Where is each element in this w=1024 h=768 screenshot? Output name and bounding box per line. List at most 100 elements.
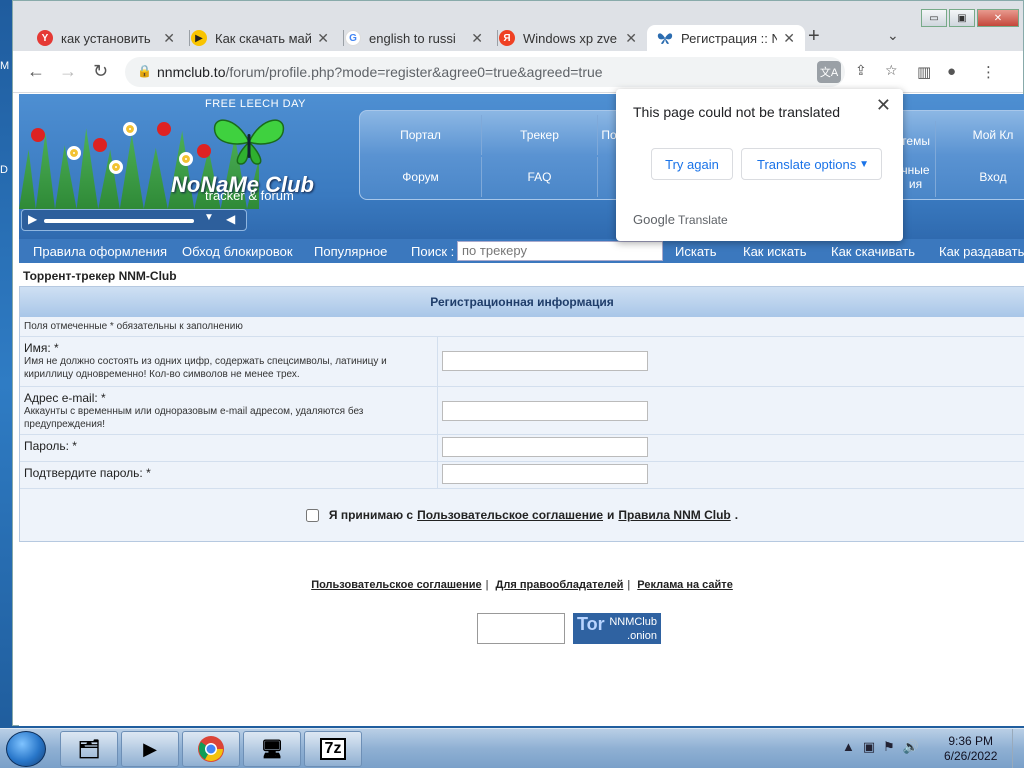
network-tray-icon[interactable]: ▣ (863, 739, 883, 754)
windows-taskbar: 🗂 ▶ 🖥 7z ▲▣⚑🔊 9:36 PM 6/26/2022 (0, 728, 1024, 768)
free-leech-banner: FREE LEECH DAY (205, 98, 306, 110)
network-icon[interactable]: 🖥 (243, 731, 301, 767)
share-icon[interactable]: ⇪ (855, 62, 867, 79)
new-tab-button[interactable]: + (808, 25, 820, 48)
file-explorer-icon[interactable]: 🗂 (60, 731, 118, 767)
password-input[interactable] (442, 437, 648, 457)
confirm-password-label: Подтвердите пароль: * (24, 466, 151, 480)
side-panel-icon[interactable]: ▥ (917, 63, 931, 81)
tab-label: как установить (61, 30, 151, 46)
tab-close-icon[interactable]: ✕ (783, 30, 795, 47)
accept-text: Я принимаю с (328, 508, 414, 522)
accept-row: Я принимаю с Пользовательское соглашение… (20, 489, 1024, 541)
link-popular[interactable]: Популярное (314, 244, 387, 259)
bookmark-star-icon[interactable]: ☆ (885, 62, 898, 79)
show-desktop-button[interactable] (1012, 729, 1024, 768)
field-input-cell (438, 387, 1024, 434)
play-icon[interactable]: ▶ (28, 212, 37, 226)
flower-icon (31, 128, 45, 142)
tab-close-icon[interactable]: ✕ (317, 30, 329, 47)
field-input-cell (438, 337, 1024, 386)
forward-arrow-icon[interactable]: → (59, 61, 77, 82)
7zip-icon[interactable]: 7z (304, 731, 362, 767)
link-how-seed[interactable]: Как раздавать (939, 244, 1024, 259)
footer-user-agreement-link[interactable]: Пользовательское соглашение (311, 579, 481, 591)
tor-onion-badge[interactable]: Tor NNMClub .onion (573, 613, 661, 644)
tab-close-icon[interactable]: ✕ (163, 30, 175, 47)
brand-subtitle: tracker & forum (205, 188, 294, 203)
url-path: /forum/profile.php?mode=register&agree0=… (225, 64, 603, 80)
name-input[interactable] (442, 351, 648, 371)
translate-error-message: This page could not be translated (633, 104, 841, 120)
volume-icon[interactable]: ◀ (226, 212, 235, 226)
breadcrumb[interactable]: Торрент-трекер NNM-Club (23, 269, 177, 283)
media-player-icon[interactable]: ▶ (121, 731, 179, 767)
user-agreement-link[interactable]: Пользовательское соглашение (417, 508, 603, 522)
dropdown-icon[interactable]: ▼ (204, 212, 214, 223)
clock[interactable]: 9:36 PM 6/26/2022 (944, 734, 997, 764)
link-how-search[interactable]: Как искать (743, 244, 807, 259)
translate-options-button[interactable]: Translate options ▼ (741, 148, 882, 180)
broken-image-badge[interactable] (477, 613, 565, 644)
nav-forum[interactable]: Форум (360, 157, 482, 197)
tab-4[interactable]: Я Windows xp zve ✕ (489, 25, 647, 51)
nav-my-club[interactable]: Мой Кл (960, 115, 1024, 155)
window-controls: ▭ ▣ ✕ (921, 9, 1019, 27)
nav-faq[interactable]: FAQ (482, 157, 598, 197)
maximize-button[interactable]: ▣ (949, 9, 975, 27)
lock-icon[interactable]: 🔒 (137, 64, 152, 78)
accept-checkbox[interactable] (305, 508, 319, 522)
tab-close-icon[interactable]: ✕ (625, 30, 637, 47)
close-icon[interactable]: ✕ (876, 95, 891, 116)
volume-icon[interactable]: 🔊 (903, 739, 927, 754)
rules-link[interactable]: Правила NNM Club (618, 508, 730, 522)
form-row-password: Пароль: * (20, 435, 1024, 462)
confirm-password-input[interactable] (442, 464, 648, 484)
accept-and: и (607, 508, 615, 522)
tab-search-chevron-icon[interactable]: ⌄ (887, 27, 899, 44)
link-bypass[interactable]: Обход блокировок (182, 244, 293, 259)
link-how-download[interactable]: Как скачивать (831, 244, 915, 259)
tab-1[interactable]: Y как установить ✕ (27, 25, 185, 51)
tor-logo-icon: Tor (577, 614, 605, 634)
search-button[interactable]: Искать (675, 244, 717, 259)
email-hint: Аккаунты с временным или одноразовым e-m… (24, 406, 364, 430)
tab-3[interactable]: G english to russi ✕ (335, 25, 493, 51)
chevron-up-icon[interactable]: ▲ (842, 739, 863, 754)
google-icon: G (345, 30, 361, 46)
menu-kebab-icon[interactable]: ⋮ (981, 63, 996, 81)
footer-ads-link[interactable]: Реклама на сайте (637, 579, 733, 591)
close-button[interactable]: ✕ (977, 9, 1019, 27)
back-arrow-icon[interactable]: ← (27, 61, 45, 82)
sub-navigation: Правила оформления Обход блокировок Попу… (19, 239, 1024, 263)
progress-bar[interactable] (44, 219, 194, 223)
nav-portal[interactable]: Портал (360, 115, 482, 155)
nav-login[interactable]: Вход (960, 157, 1024, 197)
tab-close-icon[interactable]: ✕ (471, 30, 483, 47)
tab-strip: ▭ ▣ ✕ Y как установить ✕ ▶ Как скачать м… (13, 1, 1023, 51)
flower-icon (93, 138, 107, 152)
field-input-cell (438, 435, 1024, 461)
nav-tracker[interactable]: Трекер (482, 115, 598, 155)
translate-icon[interactable]: 文A (817, 61, 841, 83)
registration-form: Регистрационная информация Поля отмеченн… (19, 286, 1024, 542)
minimize-button[interactable]: ▭ (921, 9, 947, 27)
flower-icon (109, 160, 123, 174)
reload-icon[interactable]: ↻ (93, 61, 108, 82)
field-label-cell: Пароль: * (20, 435, 438, 461)
footer-copyright-link[interactable]: Для правообладателей (496, 579, 624, 591)
search-input[interactable]: по трекеру (457, 241, 663, 261)
chrome-icon[interactable] (182, 731, 240, 767)
profile-avatar-icon[interactable]: ● (947, 63, 956, 80)
link-rules[interactable]: Правила оформления (33, 244, 167, 259)
url-text[interactable]: nnmclub.to/forum/profile.php?mode=regist… (157, 64, 603, 80)
flag-icon[interactable]: ⚑ (883, 739, 903, 754)
try-again-button[interactable]: Try again (651, 148, 733, 180)
form-title: Регистрационная информация (20, 287, 1024, 317)
tab-5-active[interactable]: Регистрация :: N ✕ (647, 25, 805, 51)
start-button[interactable] (6, 731, 46, 767)
tab-2[interactable]: ▶ Как скачать май ✕ (181, 25, 339, 51)
google-translate-branding: Google Translate (633, 212, 728, 227)
address-bar[interactable]: 🔒 nnmclub.to/forum/profile.php?mode=regi… (125, 57, 898, 87)
email-field[interactable] (442, 401, 648, 421)
